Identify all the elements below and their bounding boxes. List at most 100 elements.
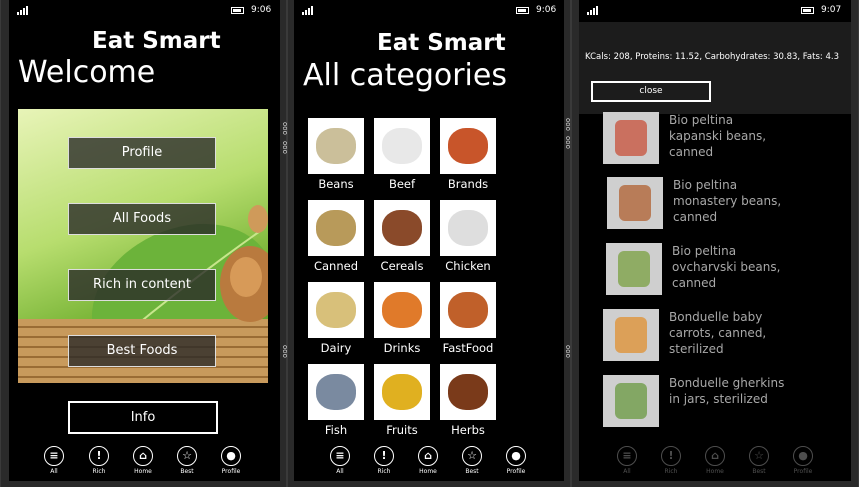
category-tile-beef[interactable]: Beef	[374, 118, 430, 191]
nutrition-popup: KCals: 208, Proteins: 11.52, Carbohydrat…	[579, 22, 851, 114]
nav-label: Profile	[221, 468, 241, 475]
category-image	[440, 364, 496, 420]
nav-label: Home	[706, 468, 724, 475]
category-tile-dairy[interactable]: Dairy	[308, 282, 364, 355]
nav-home[interactable]: ⌂ Home	[413, 446, 443, 475]
product-name: Bio peltina kapanski beans, canned	[669, 113, 767, 159]
product-name: Bonduelle gherkins in jars, sterilized	[669, 376, 785, 406]
list-icon: ≡	[330, 446, 350, 466]
nav-all[interactable]: ≡ All	[325, 446, 355, 475]
home-icon: ⌂	[133, 446, 153, 466]
product-image	[603, 309, 659, 361]
bottom-app-bar: ≡ All ! Rich ⌂ Home ☆ Best ● Profile	[579, 443, 851, 481]
nav-rich[interactable]: ! Rich	[84, 446, 114, 475]
home-icon: ⌂	[705, 446, 725, 466]
nav-profile[interactable]: ● Profile	[501, 446, 531, 475]
star-icon: ☆	[749, 446, 769, 466]
category-label: Dairy	[320, 341, 352, 355]
nav-label: Best	[180, 468, 194, 475]
star-icon: ☆	[177, 446, 197, 466]
category-label: Fruits	[386, 423, 418, 437]
profile-button[interactable]: Profile	[68, 137, 216, 169]
category-label: Brands	[447, 177, 489, 191]
product-image	[607, 177, 663, 229]
product-image	[603, 375, 659, 427]
page-title: Welcome	[18, 55, 156, 90]
product-item[interactable]: Bonduelle baby carrots, canned, steriliz…	[603, 309, 843, 369]
rich-in-content-button[interactable]: Rich in content	[68, 269, 216, 301]
product-name: Bonduelle baby carrots, canned, steriliz…	[669, 310, 767, 356]
category-tile-fastfood[interactable]: FastFood	[440, 282, 496, 355]
product-item[interactable]: Bio peltina ovcharvski beans, canned	[606, 243, 846, 303]
nav-rich[interactable]: ! Rich	[656, 446, 686, 475]
category-tile-fruits[interactable]: Fruits	[374, 364, 430, 437]
person-icon: ●	[221, 446, 241, 466]
best-foods-button[interactable]: Best Foods	[68, 335, 216, 367]
product-name: Bio peltina monastery beans, canned	[673, 178, 782, 224]
signal-icon	[587, 6, 603, 15]
category-tile-drinks[interactable]: Drinks	[374, 282, 430, 355]
category-tile-canned[interactable]: Canned	[308, 200, 364, 273]
screen-categories: 9:06 Eat Smart All categories Beans Beef B…	[294, 0, 564, 481]
category-tile-fish[interactable]: Fish	[308, 364, 364, 437]
category-tile-chicken[interactable]: Chicken	[440, 200, 496, 273]
status-bar: 9:07	[579, 0, 851, 22]
nav-home[interactable]: ⌂ Home	[128, 446, 158, 475]
category-label: Canned	[313, 259, 359, 273]
nav-best[interactable]: ☆ Best	[457, 446, 487, 475]
status-bar: 9:06	[294, 0, 564, 22]
product-item[interactable]: Bonduelle gherkins in jars, sterilized	[603, 375, 843, 435]
nav-label: All	[50, 468, 58, 475]
nav-label: Rich	[92, 468, 106, 475]
category-tile-beans[interactable]: Beans	[308, 118, 364, 191]
category-tile-herbs[interactable]: Herbs	[440, 364, 496, 437]
nav-profile[interactable]: ● Profile	[788, 446, 818, 475]
clock: 9:06	[251, 5, 272, 15]
product-name: Bio peltina ovcharvski beans, canned	[672, 244, 781, 290]
category-label: Cereals	[380, 259, 424, 273]
person-icon: ●	[506, 446, 526, 466]
product-image	[606, 243, 662, 295]
nav-best[interactable]: ☆ Best	[172, 446, 202, 475]
nav-label: All	[336, 468, 344, 475]
category-label: Chicken	[445, 259, 491, 273]
screen-detail: 9:07 KCals: 208, Proteins: 11.52, Carboh…	[579, 0, 851, 481]
phone-categories: 9:06 Eat Smart All categories Beans Beef B…	[287, 0, 572, 487]
clock: 9:07	[821, 5, 842, 15]
category-image	[308, 200, 364, 256]
info-button[interactable]: Info	[68, 401, 218, 434]
nav-rich[interactable]: ! Rich	[369, 446, 399, 475]
category-label: Beef	[388, 177, 416, 191]
nav-all[interactable]: ≡ All	[612, 446, 642, 475]
product-item[interactable]: Bio peltina monastery beans, canned	[607, 177, 847, 237]
nav-profile[interactable]: ● Profile	[216, 446, 246, 475]
nav-label: Rich	[377, 468, 391, 475]
home-icon: ⌂	[418, 446, 438, 466]
category-tile-brands[interactable]: Brands	[440, 118, 496, 191]
page-title: All categories	[303, 58, 507, 93]
category-image	[374, 200, 430, 256]
nav-all[interactable]: ≡ All	[39, 446, 69, 475]
nav-label: Home	[419, 468, 437, 475]
exclamation-icon: !	[661, 446, 681, 466]
nav-home[interactable]: ⌂ Home	[700, 446, 730, 475]
star-icon: ☆	[462, 446, 482, 466]
screen-welcome: 9:06 Eat Smart Welcome Profile All Foods…	[9, 0, 280, 481]
list-icon: ≡	[617, 446, 637, 466]
category-tile-cereals[interactable]: Cereals	[374, 200, 430, 273]
product-item[interactable]: Bio peltina kapanski beans, canned	[603, 112, 843, 172]
category-image	[440, 282, 496, 338]
product-image	[603, 112, 659, 164]
nav-label: Best	[752, 468, 766, 475]
category-label: Drinks	[383, 341, 421, 355]
all-foods-button[interactable]: All Foods	[68, 203, 216, 235]
nav-best[interactable]: ☆ Best	[744, 446, 774, 475]
exclamation-icon: !	[89, 446, 109, 466]
battery-icon	[801, 7, 814, 14]
category-image	[440, 118, 496, 174]
category-label: Herbs	[451, 423, 485, 437]
category-image	[308, 364, 364, 420]
category-label: FastFood	[442, 341, 494, 355]
close-button[interactable]: close	[591, 81, 711, 102]
category-image	[308, 282, 364, 338]
